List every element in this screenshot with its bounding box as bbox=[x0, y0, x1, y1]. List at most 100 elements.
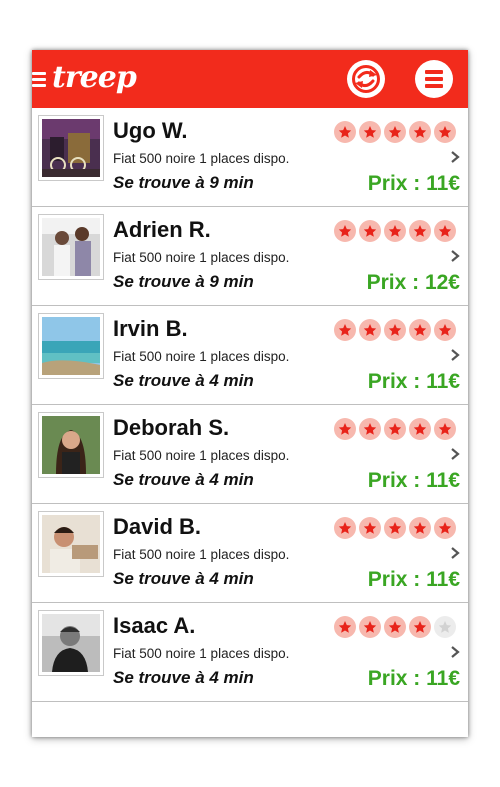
star-icon bbox=[413, 324, 427, 336]
eta-text: Se trouve à 4 min bbox=[113, 371, 254, 390]
driver-name: Ugo W. bbox=[113, 118, 188, 143]
star-icon bbox=[388, 225, 402, 237]
star-icon bbox=[338, 126, 352, 138]
star-icon bbox=[388, 126, 402, 138]
avatar bbox=[38, 511, 104, 577]
driver-row[interactable]: Ugo W. Fiat 500 noire 1 places dispo. Se… bbox=[32, 108, 468, 207]
driver-photo bbox=[42, 317, 100, 375]
rating-stars bbox=[334, 418, 456, 440]
car-info: Fiat 500 noire 1 places dispo. bbox=[113, 349, 290, 364]
car-info: Fiat 500 noire 1 places dispo. bbox=[113, 448, 290, 463]
avatar bbox=[38, 313, 104, 379]
avatar bbox=[38, 115, 104, 181]
rating-stars bbox=[334, 517, 456, 539]
star-icon bbox=[363, 522, 377, 534]
chevron-right-icon[interactable] bbox=[450, 249, 460, 263]
driver-row[interactable]: Irvin B. Fiat 500 noire 1 places dispo. … bbox=[32, 306, 468, 405]
star-filled bbox=[434, 517, 456, 539]
star-filled bbox=[434, 220, 456, 242]
rating-stars bbox=[334, 319, 456, 341]
driver-photo bbox=[42, 515, 100, 573]
top-bar: treep bbox=[32, 50, 468, 108]
star-filled bbox=[384, 616, 406, 638]
star-filled bbox=[359, 616, 381, 638]
app-frame: treep Ugo W. Fiat 500 noire 1 places dis… bbox=[32, 50, 468, 737]
star-filled bbox=[434, 319, 456, 341]
car-info: Fiat 500 noire 1 places dispo. bbox=[113, 547, 290, 562]
sync-button[interactable] bbox=[347, 60, 385, 98]
hamburger-icon[interactable] bbox=[32, 72, 46, 88]
star-icon bbox=[438, 324, 452, 336]
star-icon bbox=[363, 324, 377, 336]
star-filled bbox=[409, 517, 431, 539]
driver-name: Isaac A. bbox=[113, 613, 196, 638]
eta-text: Se trouve à 4 min bbox=[113, 470, 254, 489]
star-icon bbox=[388, 621, 402, 633]
sync-arrows-icon bbox=[352, 65, 380, 93]
star-icon bbox=[438, 225, 452, 237]
star-filled bbox=[384, 418, 406, 440]
driver-row[interactable]: Deborah S. Fiat 500 noire 1 places dispo… bbox=[32, 405, 468, 504]
star-filled bbox=[409, 418, 431, 440]
driver-name: Deborah S. bbox=[113, 415, 230, 440]
avatar bbox=[38, 412, 104, 478]
star-filled bbox=[334, 616, 356, 638]
driver-photo bbox=[42, 416, 100, 474]
star-icon bbox=[363, 126, 377, 138]
menu-lines-icon bbox=[425, 70, 443, 91]
star-icon bbox=[413, 621, 427, 633]
star-icon bbox=[413, 423, 427, 435]
star-filled bbox=[334, 319, 356, 341]
rating-stars bbox=[334, 616, 456, 638]
driver-row[interactable]: David B. Fiat 500 noire 1 places dispo. … bbox=[32, 504, 468, 603]
star-filled bbox=[384, 121, 406, 143]
eta-text: Se trouve à 9 min bbox=[113, 173, 254, 192]
star-icon bbox=[438, 423, 452, 435]
price-label: Prix : 11€ bbox=[367, 469, 460, 492]
eta-text: Se trouve à 4 min bbox=[113, 569, 254, 588]
driver-row[interactable]: Isaac A. Fiat 500 noire 1 places dispo. … bbox=[32, 603, 468, 702]
star-icon bbox=[363, 621, 377, 633]
chevron-right-icon[interactable] bbox=[450, 546, 460, 560]
driver-photo bbox=[42, 614, 100, 672]
avatar bbox=[38, 214, 104, 280]
star-icon bbox=[388, 522, 402, 534]
rating-stars bbox=[334, 121, 456, 143]
star-icon bbox=[388, 423, 402, 435]
star-filled bbox=[334, 121, 356, 143]
menu-button[interactable] bbox=[415, 60, 453, 98]
star-icon bbox=[388, 324, 402, 336]
star-filled bbox=[409, 220, 431, 242]
star-empty bbox=[434, 616, 456, 638]
star-icon bbox=[413, 126, 427, 138]
chevron-right-icon[interactable] bbox=[450, 645, 460, 659]
star-icon bbox=[338, 621, 352, 633]
driver-list: Ugo W. Fiat 500 noire 1 places dispo. Se… bbox=[32, 108, 468, 702]
price-label: Prix : 11€ bbox=[367, 172, 460, 195]
price-label: Prix : 11€ bbox=[367, 370, 460, 393]
star-icon bbox=[338, 522, 352, 534]
star-icon bbox=[338, 225, 352, 237]
star-filled bbox=[359, 418, 381, 440]
star-icon bbox=[438, 621, 452, 633]
chevron-right-icon[interactable] bbox=[450, 150, 460, 164]
app-logo[interactable]: treep bbox=[52, 56, 137, 100]
price-label: Prix : 11€ bbox=[367, 568, 460, 591]
driver-photo bbox=[42, 119, 100, 177]
star-filled bbox=[384, 220, 406, 242]
star-filled bbox=[359, 517, 381, 539]
star-icon bbox=[338, 324, 352, 336]
star-filled bbox=[409, 121, 431, 143]
chevron-right-icon[interactable] bbox=[450, 348, 460, 362]
driver-row[interactable]: Adrien R. Fiat 500 noire 1 places dispo.… bbox=[32, 207, 468, 306]
star-icon bbox=[413, 522, 427, 534]
eta-text: Se trouve à 9 min bbox=[113, 272, 254, 291]
star-icon bbox=[413, 225, 427, 237]
eta-text: Se trouve à 4 min bbox=[113, 668, 254, 687]
star-icon bbox=[438, 522, 452, 534]
chevron-right-icon[interactable] bbox=[450, 447, 460, 461]
driver-name: Adrien R. bbox=[113, 217, 211, 242]
star-filled bbox=[384, 319, 406, 341]
star-icon bbox=[363, 423, 377, 435]
car-info: Fiat 500 noire 1 places dispo. bbox=[113, 151, 290, 166]
